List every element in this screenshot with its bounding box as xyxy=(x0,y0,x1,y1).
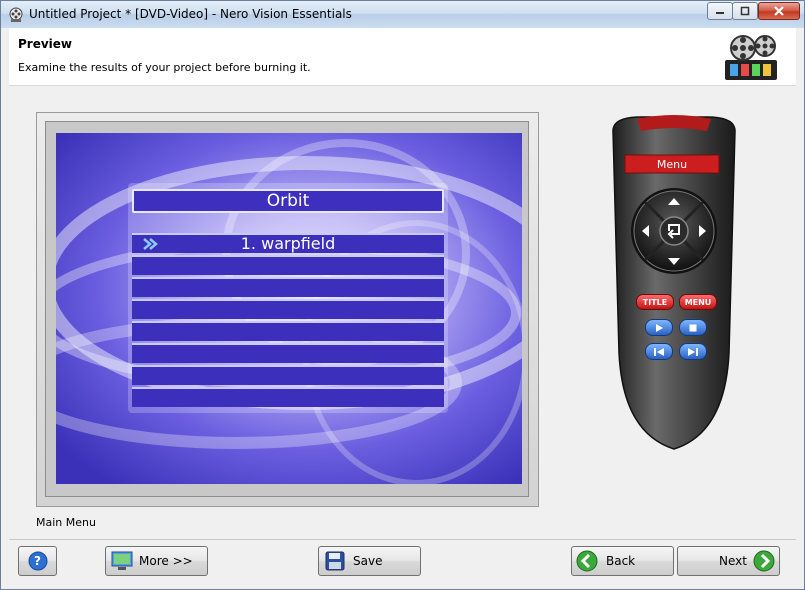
arrow-left-icon[interactable] xyxy=(639,223,651,239)
menu-item-list: 1. warpfield xyxy=(132,233,444,408)
arrow-right-circle-icon xyxy=(753,550,775,572)
menu-item[interactable] xyxy=(132,255,444,275)
skip-forward-icon xyxy=(688,347,698,356)
title-bar[interactable]: Untitled Project * [DVD-Video] - Nero Vi… xyxy=(1,1,804,28)
app-window: Untitled Project * [DVD-Video] - Nero Vi… xyxy=(0,0,805,590)
more-label: More >> xyxy=(139,554,193,568)
page-header: Preview Examine the results of your proj… xyxy=(9,28,796,86)
enter-return-icon[interactable] xyxy=(664,221,684,241)
preview-frame: Orbit 1. warpfield xyxy=(36,112,539,507)
skip-back-icon xyxy=(654,347,664,356)
arrow-left-circle-icon xyxy=(576,550,598,572)
monitor-icon xyxy=(111,551,133,570)
arrow-right-icon[interactable] xyxy=(697,223,709,239)
preview-bezel: Orbit 1. warpfield xyxy=(45,121,529,497)
menu-item[interactable] xyxy=(132,343,444,363)
next-label: Next xyxy=(719,554,747,568)
save-disk-icon xyxy=(325,551,345,571)
minimize-icon xyxy=(716,12,724,14)
minimize-button[interactable] xyxy=(707,2,733,20)
screen-caption: Main Menu xyxy=(36,516,96,529)
dvd-menu-screen[interactable]: Orbit 1. warpfield xyxy=(56,133,522,484)
film-reel-logo-icon xyxy=(725,35,777,80)
arrow-up-icon[interactable] xyxy=(666,195,682,207)
menu-item[interactable]: 1. warpfield xyxy=(132,233,444,253)
menu-item-label: 1. warpfield xyxy=(240,234,336,253)
title-button[interactable]: TITLE xyxy=(636,294,674,310)
more-button[interactable]: More >> xyxy=(105,546,208,576)
menu-item[interactable] xyxy=(132,387,444,407)
remote-control: Menu TITLE MENU xyxy=(601,113,747,455)
window-title: Untitled Project * [DVD-Video] - Nero Vi… xyxy=(29,7,352,21)
previous-chapter-button[interactable] xyxy=(645,343,673,360)
play-button[interactable] xyxy=(645,319,673,336)
help-label: ? xyxy=(34,554,41,568)
save-button[interactable]: Save xyxy=(318,546,421,576)
next-chapter-button[interactable] xyxy=(679,343,707,360)
stop-button[interactable] xyxy=(679,319,707,336)
back-label: Back xyxy=(606,554,636,568)
next-button[interactable]: Next xyxy=(677,546,780,576)
help-button[interactable]: ? xyxy=(18,546,57,576)
close-button[interactable] xyxy=(758,2,800,20)
maximize-icon xyxy=(740,6,750,16)
menu-item[interactable] xyxy=(132,321,444,341)
page-title: Preview xyxy=(18,37,73,51)
page-subtitle: Examine the results of your project befo… xyxy=(18,61,311,74)
back-button[interactable]: Back xyxy=(571,546,674,576)
film-reel-icon xyxy=(9,7,23,22)
close-icon xyxy=(774,6,784,16)
save-label: Save xyxy=(353,554,383,568)
stop-icon xyxy=(689,324,697,331)
arrow-down-icon[interactable] xyxy=(666,256,682,268)
menu-item[interactable] xyxy=(132,277,444,297)
menu-title: Orbit xyxy=(132,189,444,213)
remote-display-label: Menu xyxy=(656,157,688,171)
menu-item[interactable] xyxy=(132,365,444,385)
menu-button[interactable]: MENU xyxy=(679,294,717,310)
maximize-button[interactable] xyxy=(732,2,758,20)
play-icon xyxy=(656,323,663,332)
menu-item[interactable] xyxy=(132,299,444,319)
footer-divider xyxy=(9,539,796,540)
